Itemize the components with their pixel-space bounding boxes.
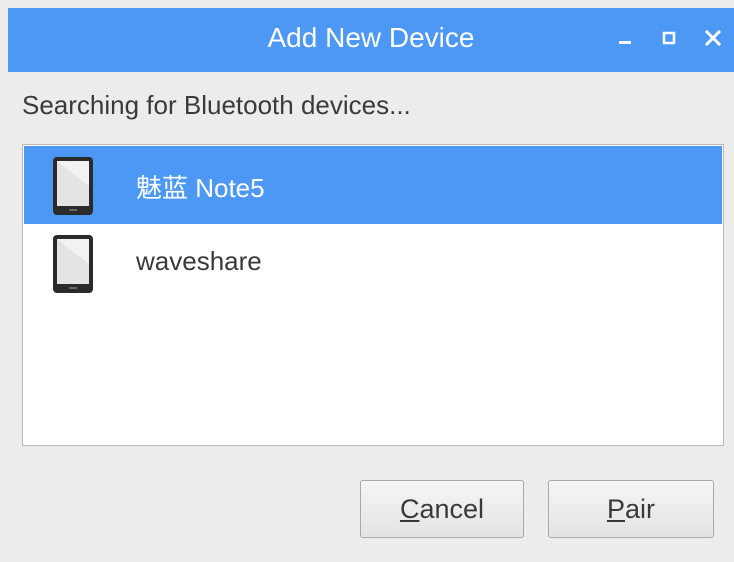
pair-button[interactable]: Pair [548, 480, 714, 538]
cancel-mnemonic: C [399, 493, 420, 524]
device-item-meilan-note5[interactable]: 魅蓝 Note5 [24, 146, 722, 224]
minimize-button[interactable] [608, 20, 642, 56]
cancel-label: ancel [419, 493, 485, 524]
search-status-text: Searching for Bluetooth devices... [22, 90, 411, 120]
add-device-dialog: Add New Device Searching for Bluetooth d… [8, 8, 734, 562]
minimize-icon [619, 41, 631, 44]
cancel-button[interactable]: Cancel [360, 480, 524, 538]
title-bar[interactable]: Add New Device [8, 8, 734, 72]
device-name: waveshare [136, 246, 262, 276]
pair-mnemonic: P [606, 493, 625, 524]
pair-label: air [625, 493, 656, 524]
maximize-button[interactable] [652, 20, 686, 56]
device-list[interactable]: 魅蓝 Note5 waveshare [22, 144, 724, 446]
device-name: 魅蓝 Note5 [136, 173, 265, 203]
device-item-waveshare[interactable]: waveshare [24, 224, 722, 302]
tablet-icon [53, 157, 93, 215]
close-button[interactable] [696, 20, 730, 56]
close-icon [705, 30, 721, 46]
maximize-icon [662, 31, 676, 45]
tablet-icon [53, 235, 93, 293]
